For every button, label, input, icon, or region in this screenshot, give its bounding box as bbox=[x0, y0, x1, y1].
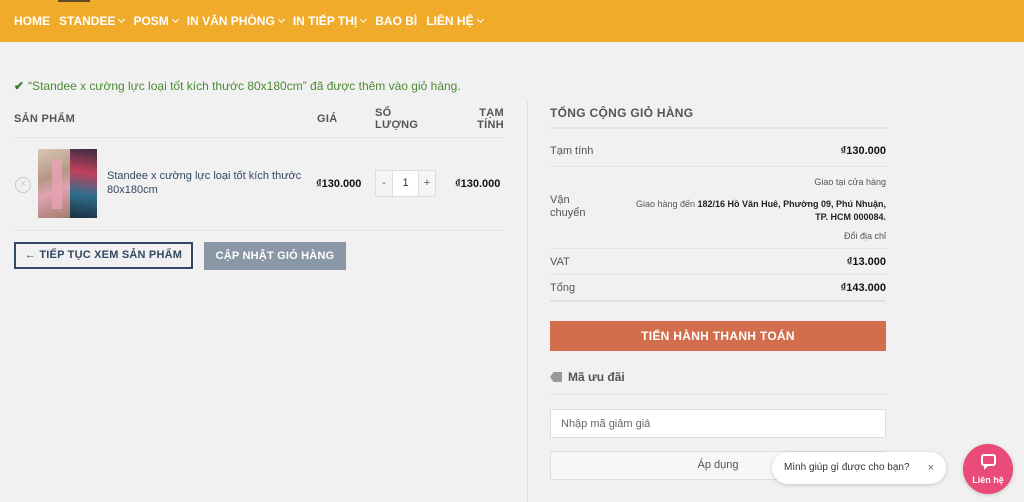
nav-item-label: LIÊN HỆ bbox=[426, 14, 474, 28]
product-name-link[interactable]: Standee x cường lực loại tốt kích thước … bbox=[107, 169, 307, 197]
cart-added-notice: ✔ “Standee x cường lực loại tốt kích thư… bbox=[14, 79, 461, 93]
nav-item-home[interactable]: HOME bbox=[14, 14, 50, 28]
totals-divider bbox=[550, 274, 886, 275]
header-subtotal-line1: TẠM bbox=[479, 107, 504, 119]
nav-item-in-tiep-thi[interactable]: IN TIẾP THỊ bbox=[292, 14, 368, 28]
vat-label: VAT bbox=[550, 256, 570, 268]
top-nav: HOME STANDEE POSM IN VĂN PHÒNG IN TIẾP T… bbox=[0, 0, 1024, 42]
shipping-label: Vận chuyển bbox=[550, 194, 585, 220]
chat-contact-button[interactable]: Liên hệ bbox=[963, 444, 1013, 494]
thumb-stripe bbox=[52, 159, 62, 209]
qty-minus-button[interactable]: - bbox=[376, 171, 392, 196]
chevron-down-icon bbox=[476, 15, 484, 24]
header-product: SẢN PHẨM bbox=[14, 113, 76, 125]
coupon-heading: Mã ưu đãi bbox=[550, 370, 625, 384]
nav-menu: HOME STANDEE POSM IN VĂN PHÒNG IN TIẾP T… bbox=[14, 0, 492, 42]
chat-greeting-bubble[interactable]: Mình giúp gì được cho bạn? × bbox=[772, 452, 946, 484]
checkout-button[interactable]: TIẾN HÀNH THANH TOÁN bbox=[550, 321, 886, 351]
total-value: ₫143.000 bbox=[840, 282, 886, 294]
close-icon[interactable]: × bbox=[928, 452, 934, 484]
shipping-label-line2: chuyển bbox=[550, 207, 586, 219]
header-price: GIÁ bbox=[317, 113, 338, 125]
nav-item-label: POSM bbox=[133, 14, 169, 28]
quantity-stepper: - 1 + bbox=[375, 170, 436, 197]
shipping-address-line1: 182/16 Hồ Văn Huê, Phường 09, Phú Nhuận, bbox=[697, 199, 886, 209]
qty-plus-button[interactable]: + bbox=[419, 171, 435, 196]
chevron-down-icon bbox=[171, 15, 179, 24]
column-divider bbox=[527, 100, 528, 502]
update-cart-button[interactable]: CẬP NHẬT GIỎ HÀNG bbox=[204, 242, 346, 270]
chat-greeting-text: Mình giúp gì được cho bạn? bbox=[784, 462, 910, 473]
header-divider bbox=[14, 137, 504, 138]
header-subtotal: TẠM TÍNH bbox=[460, 107, 504, 131]
totals-divider bbox=[550, 248, 886, 249]
shipping-destination: Giao hàng đến 182/16 Hồ Văn Huê, Phường … bbox=[636, 198, 886, 224]
coupon-heading-text: Mã ưu đãi bbox=[568, 370, 625, 384]
chevron-down-icon bbox=[118, 15, 126, 24]
nav-item-lien-he[interactable]: LIÊN HỆ bbox=[426, 14, 484, 28]
nav-item-label: IN TIẾP THỊ bbox=[292, 14, 358, 28]
shipping-label-line1: Vận bbox=[550, 194, 570, 206]
vat-value: ₫13.000 bbox=[846, 256, 886, 268]
nav-item-bao-bi[interactable]: BAO BÌ bbox=[375, 14, 417, 28]
qty-input[interactable]: 1 bbox=[392, 171, 419, 196]
totals-divider bbox=[550, 300, 886, 302]
change-address-link[interactable]: Đổi địa chỉ bbox=[844, 230, 886, 243]
subtotal-value: ₫130.000 bbox=[840, 145, 886, 157]
thumb-right-panel bbox=[70, 149, 97, 218]
product-thumbnail[interactable] bbox=[38, 149, 97, 218]
chat-button-label: Liên hệ bbox=[972, 475, 1004, 485]
check-icon: ✔ bbox=[14, 79, 25, 93]
coupon-code-input[interactable] bbox=[550, 409, 886, 438]
nav-item-in-van-phong[interactable]: IN VĂN PHÒNG bbox=[186, 14, 285, 28]
remove-item-button[interactable]: × bbox=[15, 177, 31, 193]
shipping-option: Giao tại cửa hàng bbox=[814, 177, 886, 187]
item-price: ₫130.000 bbox=[316, 178, 362, 190]
nav-item-label: HOME bbox=[14, 14, 50, 28]
header-quantity: SỐ LƯỢNG bbox=[375, 107, 418, 131]
totals-title-divider bbox=[550, 127, 886, 129]
nav-item-posm[interactable]: POSM bbox=[133, 14, 179, 28]
nav-item-standee[interactable]: STANDEE bbox=[59, 14, 126, 28]
continue-shopping-button[interactable]: ← TIẾP TỤC XEM SẢN PHẨM bbox=[14, 242, 193, 269]
item-subtotal: ₫130.000 bbox=[455, 178, 501, 190]
chat-icon bbox=[981, 454, 996, 470]
tag-icon bbox=[550, 372, 562, 382]
totals-divider bbox=[550, 166, 886, 167]
shipping-to-prefix: Giao hàng đến bbox=[635, 199, 698, 209]
nav-item-label: IN VĂN PHÒNG bbox=[186, 14, 275, 28]
notice-text: “Standee x cường lực loại tốt kích thước… bbox=[28, 79, 461, 93]
total-label: Tổng bbox=[550, 282, 576, 294]
coupon-divider bbox=[550, 394, 886, 395]
totals-title: TỔNG CỘNG GIỎ HÀNG bbox=[550, 106, 694, 120]
chevron-down-icon bbox=[277, 15, 285, 24]
nav-item-label: BAO BÌ bbox=[375, 14, 418, 28]
shipping-address-line2: TP. HCM 000084. bbox=[815, 212, 886, 222]
header-quantity-line1: SỐ bbox=[375, 107, 392, 119]
header-subtotal-line2: TÍNH bbox=[477, 119, 504, 131]
header-quantity-line2: LƯỢNG bbox=[375, 119, 419, 131]
chevron-down-icon bbox=[360, 15, 368, 24]
row-divider bbox=[14, 230, 504, 231]
subtotal-label: Tạm tính bbox=[550, 145, 594, 157]
nav-item-label: STANDEE bbox=[59, 14, 116, 28]
